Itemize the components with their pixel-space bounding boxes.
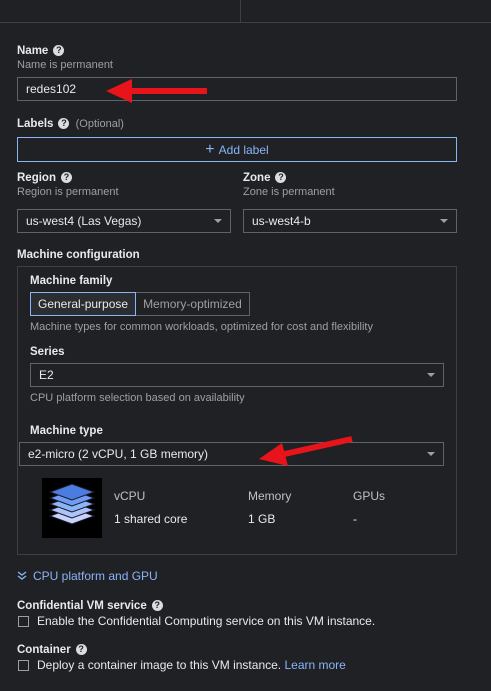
name-input[interactable]: redes102: [17, 77, 457, 101]
tab-memory-optimized[interactable]: Memory-optimized: [136, 292, 250, 316]
double-chevron-down-icon: [17, 571, 27, 580]
region-select[interactable]: us-west4 (Las Vegas): [17, 209, 231, 233]
caret-down-icon: [440, 219, 448, 223]
help-circle-icon[interactable]: ?: [275, 172, 287, 184]
name-hint: Name is permanent: [17, 59, 113, 71]
layers-stack-icon: [42, 478, 102, 538]
region-label-row: Region?: [17, 172, 72, 184]
machine-type-label: Machine type: [30, 425, 103, 437]
name-label-row: Name?: [17, 45, 65, 57]
tab-general-purpose[interactable]: General-purpose: [30, 292, 137, 316]
zone-select[interactable]: us-west4-b: [243, 209, 457, 233]
labels-label-row: Labels? (Optional): [17, 118, 124, 130]
confidential-checkbox-label: Enable the Confidential Computing servic…: [37, 614, 376, 628]
machine-type-value: e2-micro (2 vCPU, 1 GB memory): [28, 447, 209, 461]
add-label-button[interactable]: + Add label: [17, 137, 457, 162]
container-checkbox[interactable]: [18, 660, 29, 671]
spec-header-memory: Memory: [248, 489, 292, 503]
help-circle-icon[interactable]: ?: [151, 600, 163, 612]
name-input-value: redes102: [26, 82, 77, 96]
machine-family-label: Machine family: [30, 275, 113, 287]
confidential-label-row: Confidential VM service?: [17, 600, 163, 612]
help-circle-icon[interactable]: ?: [53, 45, 65, 57]
series-desc: CPU platform selection based on availabi…: [30, 392, 245, 404]
confidential-checkbox[interactable]: [18, 616, 29, 627]
cpu-platform-link-text: CPU platform and GPU: [33, 569, 158, 583]
series-select[interactable]: E2: [30, 363, 444, 387]
cpu-platform-toggle[interactable]: CPU platform and GPU: [17, 569, 158, 583]
region-hint: Region is permanent: [17, 186, 119, 198]
region-label: Region: [17, 172, 56, 184]
spec-header-gpus: GPUs: [353, 489, 386, 503]
confidential-label: Confidential VM service: [17, 600, 147, 612]
spec-value-memory: 1 GB: [248, 512, 276, 526]
plus-icon: +: [205, 140, 215, 158]
container-label-row: Container?: [17, 644, 87, 656]
name-label: Name: [17, 45, 49, 57]
add-label-text: Add label: [218, 142, 269, 157]
machine-config-title: Machine configuration: [17, 249, 140, 261]
zone-value: us-west4-b: [252, 214, 311, 228]
machine-family-tabs: General-purpose Memory-optimized: [30, 292, 250, 316]
spec-value-vcpu: 1 shared core: [114, 512, 188, 526]
help-circle-icon[interactable]: ?: [60, 172, 72, 184]
series-value: E2: [39, 368, 54, 382]
caret-down-icon: [427, 452, 435, 456]
region-value: us-west4 (Las Vegas): [26, 214, 142, 228]
zone-hint: Zone is permanent: [243, 186, 335, 198]
labels-label: Labels: [17, 118, 54, 130]
container-checkbox-row: Deploy a container image to this VM inst…: [37, 658, 346, 672]
top-divider-vertical: [240, 0, 241, 22]
caret-down-icon: [427, 373, 435, 377]
series-label: Series: [30, 346, 65, 358]
machine-type-select[interactable]: e2-micro (2 vCPU, 1 GB memory): [19, 442, 444, 466]
spec-header-vcpu: vCPU: [114, 489, 146, 503]
zone-label: Zone: [243, 172, 271, 184]
labels-optional: (Optional): [75, 118, 124, 130]
top-divider: [0, 0, 491, 23]
caret-down-icon: [214, 219, 222, 223]
spec-value-gpus: -: [353, 512, 357, 526]
container-label: Container: [17, 644, 71, 656]
zone-label-row: Zone?: [243, 172, 287, 184]
help-circle-icon[interactable]: ?: [58, 118, 70, 130]
help-circle-icon[interactable]: ?: [75, 644, 87, 656]
container-checkbox-label: Deploy a container image to this VM inst…: [37, 658, 282, 672]
machine-family-desc: Machine types for common workloads, opti…: [30, 321, 373, 333]
learn-more-link[interactable]: Learn more: [284, 658, 345, 672]
